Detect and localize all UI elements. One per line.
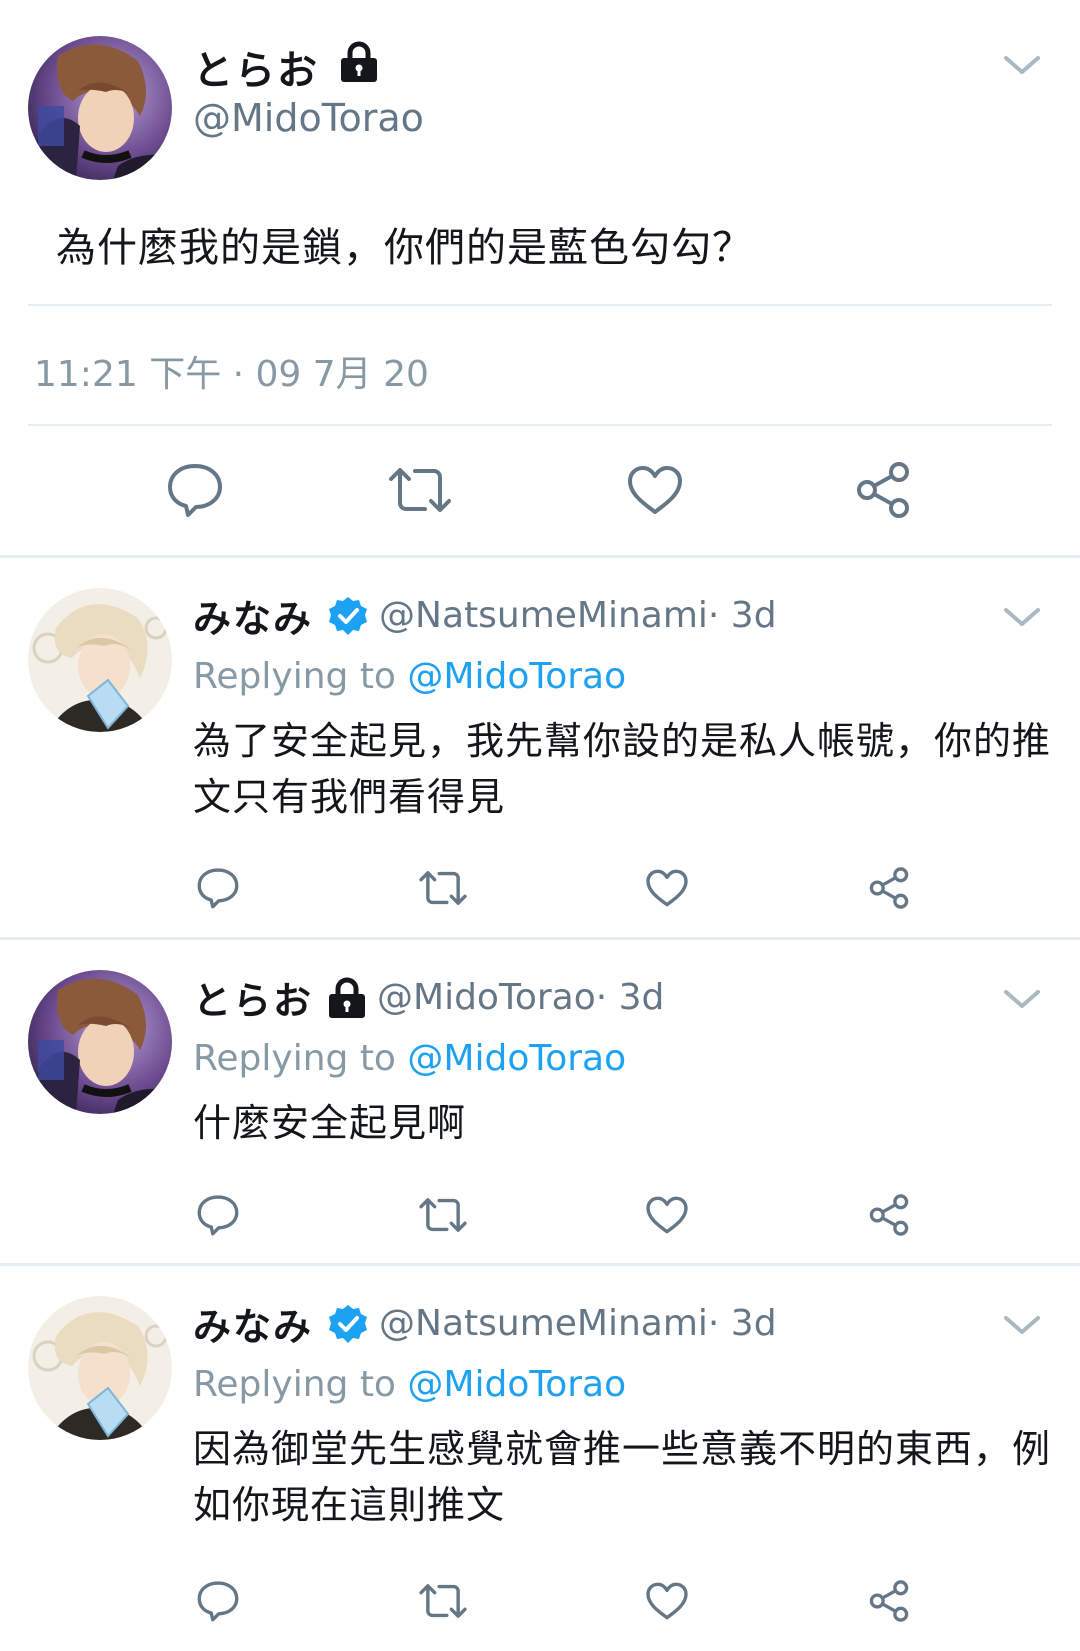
timestamp[interactable]: · 3d — [596, 977, 665, 1018]
share-icon[interactable] — [864, 863, 914, 913]
like-icon[interactable] — [620, 455, 690, 525]
verified-icon — [327, 595, 369, 637]
avatar[interactable] — [28, 970, 172, 1114]
action-bar — [0, 1190, 1080, 1240]
reply-header: とらお @MidoTorao · 3d — [193, 970, 664, 1025]
tweet-text: 為什麼我的是鎖，你們的是藍色勾勾？ — [56, 225, 753, 271]
timestamp[interactable]: · 3d — [708, 595, 777, 636]
action-bar — [0, 863, 1080, 913]
reply-icon[interactable] — [193, 1190, 243, 1240]
display-name[interactable]: とらお — [193, 38, 379, 96]
like-icon[interactable] — [642, 1190, 692, 1240]
lock-icon — [339, 41, 379, 93]
handle[interactable]: @MidoTorao — [377, 977, 596, 1018]
like-icon[interactable] — [642, 863, 692, 913]
handle[interactable]: @NatsumeMinami — [379, 595, 708, 636]
share-icon[interactable] — [864, 1576, 914, 1626]
replying-label: Replying to — [193, 1364, 408, 1405]
reply-header: みなみ @NatsumeMinami · 3d — [193, 1296, 777, 1351]
divider — [28, 304, 1052, 306]
avatar[interactable] — [28, 588, 172, 732]
replying-to: Replying to @MidoTorao — [193, 1364, 626, 1405]
main-tweet: とらお @MidoTorao 為什麼我的是鎖，你們的是藍色勾勾？ 11:21 下… — [0, 0, 1080, 558]
chevron-down-icon[interactable] — [1002, 602, 1042, 632]
avatar[interactable] — [28, 36, 172, 180]
mention-link[interactable]: @MidoTorao — [407, 1038, 626, 1079]
retweet-icon[interactable] — [418, 1576, 468, 1626]
retweet-icon[interactable] — [418, 1190, 468, 1240]
share-icon[interactable] — [848, 455, 918, 525]
reply-icon[interactable] — [160, 455, 230, 525]
replying-to: Replying to @MidoTorao — [193, 656, 626, 697]
lock-icon — [327, 977, 367, 1019]
retweet-icon[interactable] — [385, 455, 455, 525]
retweet-icon[interactable] — [418, 863, 468, 913]
replying-to: Replying to @MidoTorao — [193, 1038, 626, 1079]
action-bar — [0, 455, 1080, 525]
verified-icon — [327, 1303, 369, 1345]
reply-icon[interactable] — [193, 863, 243, 913]
reply-tweet[interactable]: みなみ @NatsumeMinami · 3d Replying to @Mid… — [0, 558, 1080, 940]
tweet-text: 因為御堂先生感覺就會推一些意義不明的東西，例如你現在這則推文 — [193, 1427, 1052, 1527]
divider — [28, 424, 1052, 426]
timestamp[interactable]: · 3d — [708, 1303, 777, 1344]
chevron-down-icon[interactable] — [1002, 984, 1042, 1014]
reply-icon[interactable] — [193, 1576, 243, 1626]
handle[interactable]: @NatsumeMinami — [379, 1303, 708, 1344]
chevron-down-icon[interactable] — [1002, 1310, 1042, 1340]
handle[interactable]: @MidoTorao — [193, 96, 424, 140]
display-name[interactable]: みなみ — [193, 1296, 313, 1351]
share-icon[interactable] — [864, 1190, 914, 1240]
mention-link[interactable]: @MidoTorao — [407, 1364, 626, 1405]
replying-label: Replying to — [193, 1038, 408, 1079]
mention-link[interactable]: @MidoTorao — [407, 656, 626, 697]
reply-tweet[interactable]: とらお @MidoTorao · 3d Replying to @MidoTor… — [0, 940, 1080, 1266]
like-icon[interactable] — [642, 1576, 692, 1626]
display-name[interactable]: みなみ — [193, 588, 313, 643]
chevron-down-icon[interactable] — [1002, 50, 1042, 80]
timestamp[interactable]: 11:21 下午 · 09 7月 20 — [34, 345, 429, 397]
tweet-text: 什麼安全起見啊 — [193, 1101, 467, 1145]
action-bar — [0, 1576, 1080, 1626]
reply-header: みなみ @NatsumeMinami · 3d — [193, 588, 777, 643]
display-name-text: とらお — [193, 48, 319, 94]
replying-label: Replying to — [193, 656, 408, 697]
avatar[interactable] — [28, 1296, 172, 1440]
reply-tweet[interactable]: みなみ @NatsumeMinami · 3d Replying to @Mid… — [0, 1266, 1080, 1651]
tweet-text: 為了安全起見，我先幫你設的是私人帳號，你的推文只有我們看得見 — [193, 719, 1052, 819]
display-name[interactable]: とらお — [193, 970, 313, 1025]
